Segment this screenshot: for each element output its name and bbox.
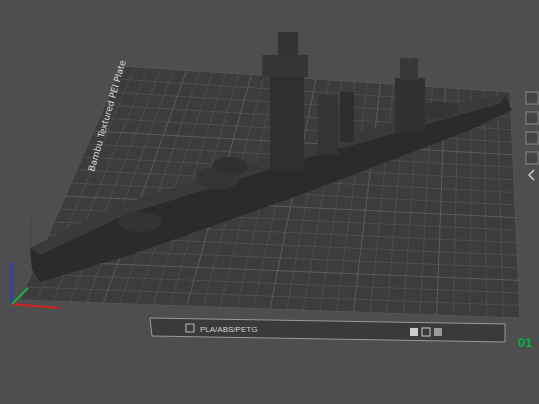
filament-icon [186, 324, 194, 332]
plate-grid [26, 67, 520, 318]
build-plate [20, 66, 520, 318]
scene[interactable]: Bambu Textured PEI Plate PLA/ABS/PETG 01 [0, 0, 539, 404]
plate-toolbar[interactable]: PLA/ABS/PETG [150, 318, 505, 342]
3d-viewport[interactable]: Bambu Textured PEI Plate PLA/ABS/PETG 01 [0, 0, 539, 404]
battleship-model[interactable] [30, 30, 512, 282]
arrange-icon[interactable] [434, 328, 442, 336]
plate-number: 01 [518, 335, 532, 350]
settings-icon[interactable] [422, 328, 430, 336]
lock-icon[interactable] [410, 328, 418, 336]
tool-icon[interactable] [526, 92, 538, 104]
plate-label: Bambu Textured PEI Plate [86, 58, 128, 172]
side-toolbar[interactable] [526, 92, 538, 180]
tool-icon[interactable] [526, 152, 538, 164]
tool-icon[interactable] [526, 132, 538, 144]
tool-icon[interactable] [526, 112, 538, 124]
axis-icon [12, 262, 60, 308]
filament-label: PLA/ABS/PETG [200, 325, 257, 334]
collapse-icon[interactable] [529, 170, 534, 180]
